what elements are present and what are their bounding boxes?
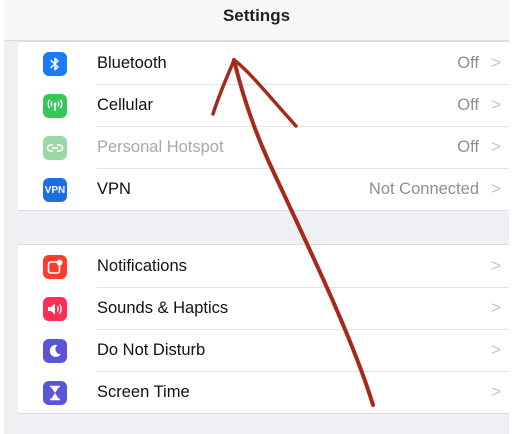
notifications-icon	[43, 255, 67, 279]
navigation-bar: Settings	[4, 0, 509, 41]
settings-row-sounds-haptics[interactable]: Sounds & Haptics >	[18, 287, 509, 329]
personal-hotspot-icon	[43, 136, 67, 160]
settings-row-vpn[interactable]: VPN VPN Not Connected >	[18, 168, 509, 210]
personal-hotspot-label: Personal Hotspot	[97, 138, 224, 156]
connectivity-group: Bluetooth Off > Cellular Off > Personal …	[18, 41, 509, 211]
chevron-right-icon: >	[491, 382, 501, 401]
do-not-disturb-label: Do Not Disturb	[97, 341, 206, 359]
vpn-label: VPN	[97, 180, 131, 198]
cellular-antenna-icon	[43, 94, 67, 118]
settings-row-screen-time[interactable]: Screen Time >	[18, 371, 509, 413]
bluetooth-icon	[43, 52, 67, 76]
chevron-right-icon: >	[491, 340, 501, 359]
chevron-right-icon: >	[491, 179, 501, 198]
speaker-icon	[43, 297, 67, 321]
chevron-right-icon: >	[491, 53, 501, 72]
sounds-haptics-label: Sounds & Haptics	[97, 299, 229, 317]
moon-icon	[43, 339, 67, 363]
chevron-right-icon: >	[491, 298, 501, 317]
settings-row-do-not-disturb[interactable]: Do Not Disturb >	[18, 329, 509, 371]
settings-row-cellular[interactable]: Cellular Off >	[18, 84, 509, 126]
vpn-value: Not Connected	[368, 180, 479, 198]
cellular-value: Off	[457, 96, 479, 114]
personal-hotspot-value: Off	[457, 138, 479, 156]
vpn-icon: VPN	[43, 178, 67, 202]
chevron-right-icon: >	[491, 95, 501, 114]
screen-time-label: Screen Time	[97, 383, 190, 401]
chevron-right-icon: >	[491, 256, 501, 275]
settings-row-notifications[interactable]: Notifications >	[18, 245, 509, 287]
notifications-group: Notifications > Sounds & Haptics > Do No…	[18, 244, 509, 414]
settings-screen: Settings Bluetooth Off > Cellular Off >	[4, 0, 509, 434]
hourglass-icon	[43, 381, 67, 405]
settings-row-bluetooth[interactable]: Bluetooth Off >	[18, 42, 509, 84]
chevron-right-icon: >	[491, 137, 501, 156]
page-title: Settings	[222, 6, 291, 25]
settings-row-personal-hotspot[interactable]: Personal Hotspot Off >	[18, 126, 509, 168]
bluetooth-value: Off	[457, 54, 479, 72]
notifications-label: Notifications	[97, 257, 187, 275]
bluetooth-label: Bluetooth	[97, 54, 167, 72]
cellular-label: Cellular	[97, 96, 153, 114]
